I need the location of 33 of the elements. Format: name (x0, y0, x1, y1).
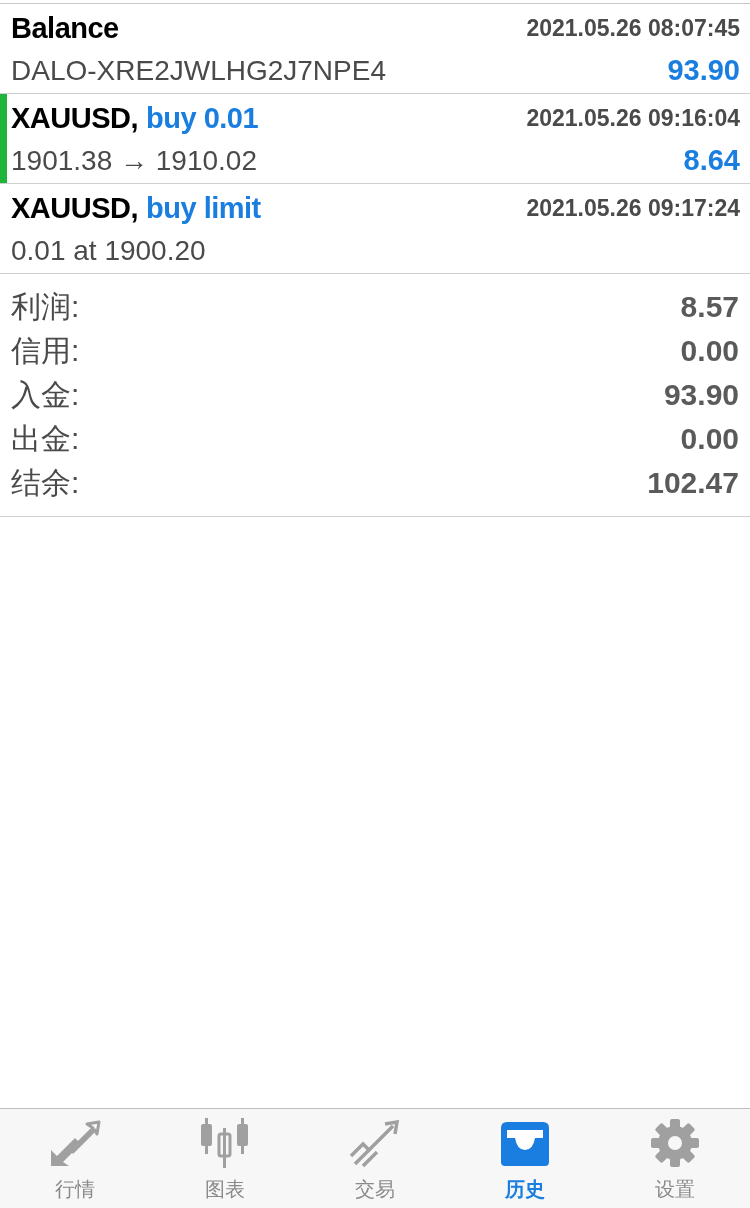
inbox-icon (499, 1120, 551, 1168)
arrows-icon (49, 1120, 101, 1168)
tab[interactable]: 设置 (600, 1109, 750, 1208)
timestamp: 2021.05.26 08:07:45 (526, 14, 740, 44)
row-title: Balance (11, 10, 119, 46)
row-title: XAUUSD, (11, 100, 138, 136)
gear-icon (650, 1118, 700, 1168)
row-title: XAUUSD, (11, 190, 138, 226)
timestamp: 2021.05.26 09:16:04 (526, 104, 740, 134)
summary-value: 8.57 (680, 288, 739, 325)
row-detail: DALO-XRE2JWLHG2J7NPE4 (11, 53, 386, 88)
row-detail: 0.01 at 1900.20 (11, 233, 206, 268)
summary-label: 入金: (11, 376, 80, 413)
summary-label: 出金: (11, 420, 80, 457)
summary-value: 0.00 (680, 332, 739, 369)
amount: 93.90 (667, 52, 740, 88)
trend-arrow-icon (349, 1120, 401, 1168)
summary-value: 0.00 (680, 420, 739, 457)
summary-label: 结余: (11, 464, 80, 501)
summary-label: 信用: (11, 332, 80, 369)
order-type: buy limit (146, 190, 261, 226)
row-detail: 1901.38 → 1910.02 (11, 143, 257, 178)
amount: 8.64 (683, 142, 740, 178)
tab[interactable]: 图表 (150, 1109, 300, 1208)
tab[interactable]: 行情 (0, 1109, 150, 1208)
tab[interactable]: 交易 (300, 1109, 450, 1208)
summary-label: 利润: (11, 288, 80, 325)
candlestick-icon (199, 1118, 251, 1168)
summary-value: 102.47 (647, 464, 739, 501)
order-type: buy 0.01 (146, 100, 259, 136)
tab[interactable]: 历史 (450, 1109, 600, 1208)
timestamp: 2021.05.26 09:17:24 (526, 194, 740, 224)
summary-value: 93.90 (663, 376, 739, 413)
